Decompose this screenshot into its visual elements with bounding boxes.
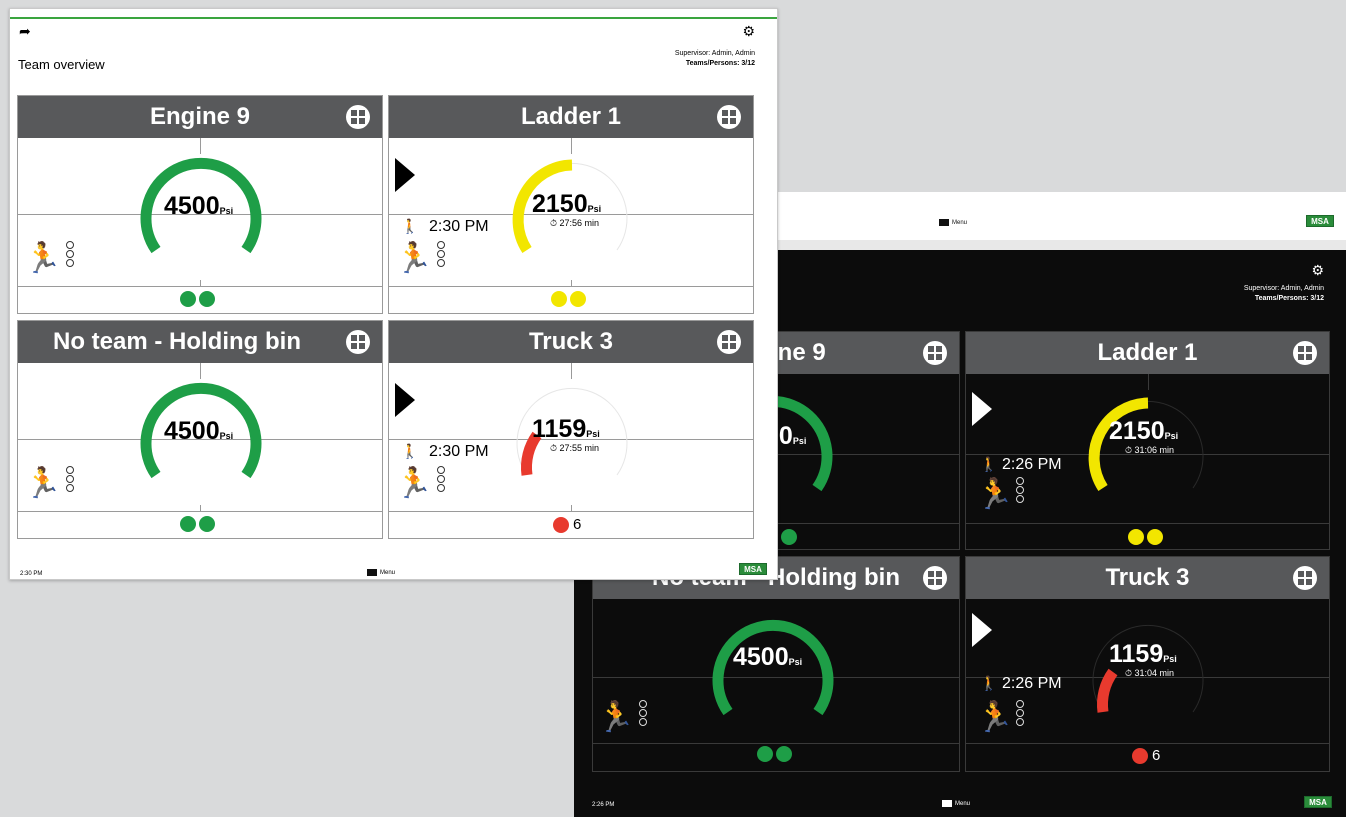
grid-icon[interactable] — [346, 105, 370, 129]
walking-person-icon: 🚶 — [401, 218, 419, 234]
footer-clock: 2:26 PM — [592, 802, 615, 808]
status-dots — [180, 291, 215, 307]
footer-clock: 2:30 PM — [20, 571, 43, 577]
member-circles — [639, 700, 647, 726]
team-badge-icon: ⚙ — [742, 23, 755, 39]
remaining-time: ⏱ 31:04 min — [1125, 668, 1175, 678]
menu-button[interactable]: Menu — [939, 219, 967, 226]
teams-persons-count: Teams/Persons: 3/12 — [685, 60, 755, 67]
supervisor-info: Supervisor: Admin, Admin Teams/Persons: … — [675, 49, 755, 69]
remaining-time: ⏱ 31:06 min — [1125, 445, 1175, 455]
pressure-value: 2150Psi — [532, 190, 602, 218]
msa-logo: MSA — [1306, 215, 1334, 227]
menu-icon — [939, 219, 949, 226]
member-circles — [66, 241, 74, 267]
status-dots — [551, 291, 586, 307]
member-circles — [66, 466, 74, 492]
grid-icon[interactable] — [1293, 341, 1317, 365]
member-circles — [437, 466, 445, 492]
alert-count: 6 — [573, 516, 582, 533]
running-person-icon: 🏃 — [597, 701, 635, 734]
alert-count: 6 — [1152, 747, 1161, 764]
msa-logo: MSA — [1304, 796, 1332, 808]
member-circles — [1016, 477, 1024, 503]
grid-icon[interactable] — [717, 330, 741, 354]
supervisor-name: Supervisor: Admin, Admin — [674, 50, 755, 57]
team-card-ladder-1[interactable]: Ladder 1 2150Psi ⏱ 27:56 min 🚶 2:30 PM 🏃 — [388, 95, 754, 314]
back-arrow-icon[interactable]: ➦ — [19, 23, 31, 40]
team-card-truck-3[interactable]: Truck 3 1159Psi ⏱ 27:55 min 🚶 2:30 PM 🏃 … — [388, 320, 754, 539]
play-icon[interactable] — [395, 383, 415, 417]
grid-icon[interactable] — [346, 330, 370, 354]
pressure-value: 4500Psi — [733, 643, 803, 671]
menu-icon — [367, 569, 377, 576]
walking-person-icon: 🚶 — [980, 456, 998, 472]
teams-persons-count: Teams/Persons: 3/12 — [1254, 295, 1324, 302]
pressure-value: 2150Psi — [1109, 417, 1179, 445]
team-card-no-team[interactable]: No team - Holding bin 4500Psi 🏃 — [592, 556, 960, 772]
status-dots — [1128, 529, 1163, 545]
status-dots: 6 — [1132, 747, 1160, 764]
grid-icon[interactable] — [923, 341, 947, 365]
walking-person-icon: 🚶 — [401, 443, 419, 459]
team-name: Truck 3 — [528, 328, 614, 355]
pressure-value: 1159Psi — [532, 415, 600, 443]
supervisor-info: Supervisor: Admin, Admin Teams/Persons: … — [1244, 284, 1324, 304]
entry-time: 2:26 PM — [1002, 675, 1062, 692]
walking-person-icon: 🚶 — [980, 675, 998, 691]
status-dots — [781, 529, 797, 545]
entry-time: 2:30 PM — [429, 218, 489, 235]
team-card-ladder-1[interactable]: Ladder 1 2150Psi ⏱ 31:06 min 🚶 2:26 PM 🏃 — [965, 331, 1330, 550]
light-mode-screen: ➦ Team overview ⚙ Supervisor: Admin, Adm… — [9, 8, 778, 580]
team-card-engine-9[interactable]: Engine 9 4500Psi 🏃 — [17, 95, 383, 314]
play-icon[interactable] — [972, 613, 992, 647]
running-person-icon: 🏃 — [24, 467, 62, 500]
menu-button[interactable]: Menu — [367, 569, 395, 576]
member-circles — [437, 241, 445, 267]
menu-button[interactable]: Menu — [942, 800, 970, 807]
remaining-time: ⏱ 27:55 min — [550, 443, 600, 453]
running-person-icon: 🏃 — [24, 242, 62, 275]
play-icon[interactable] — [395, 158, 415, 192]
status-dots: 6 — [553, 516, 581, 533]
status-dots — [180, 516, 215, 532]
pressure-value: 1159Psi — [1109, 640, 1177, 668]
team-name: ine 9 — [771, 339, 826, 366]
supervisor-name: Supervisor: Admin, Admin — [1243, 285, 1324, 292]
menu-icon — [942, 800, 952, 807]
team-name: Truck 3 — [1105, 564, 1190, 591]
grid-icon[interactable] — [1293, 566, 1317, 590]
running-person-icon: 🏃 — [976, 701, 1014, 734]
team-card-truck-3[interactable]: Truck 3 1159Psi ⏱ 31:04 min 🚶 2:26 PM 🏃 … — [965, 556, 1330, 772]
member-circles — [1016, 700, 1024, 726]
msa-logo: MSA — [739, 563, 767, 575]
entry-time: 2:26 PM — [1002, 456, 1062, 473]
running-person-icon: 🏃 — [976, 478, 1014, 511]
team-name: No team - Holding bin — [53, 328, 301, 355]
pressure-value: 4500Psi — [164, 192, 234, 220]
team-name: Ladder 1 — [1097, 339, 1198, 366]
team-card-no-team[interactable]: No team - Holding bin 4500Psi 🏃 — [17, 320, 383, 539]
team-name: Engine 9 — [149, 103, 251, 130]
running-person-icon: 🏃 — [395, 467, 433, 500]
team-badge-icon: ⚙ — [1311, 262, 1324, 278]
entry-time: 2:30 PM — [429, 443, 489, 460]
grid-icon[interactable] — [717, 105, 741, 129]
play-icon[interactable] — [972, 392, 992, 426]
pressure-value: 4500Psi — [164, 417, 234, 445]
remaining-time: ⏱ 27:56 min — [550, 218, 600, 228]
running-person-icon: 🏃 — [395, 242, 433, 275]
grid-icon[interactable] — [923, 566, 947, 590]
team-name: Ladder 1 — [520, 103, 622, 130]
accent-line — [10, 17, 777, 19]
status-dots — [757, 746, 792, 762]
page-title: Team overview — [18, 57, 105, 72]
